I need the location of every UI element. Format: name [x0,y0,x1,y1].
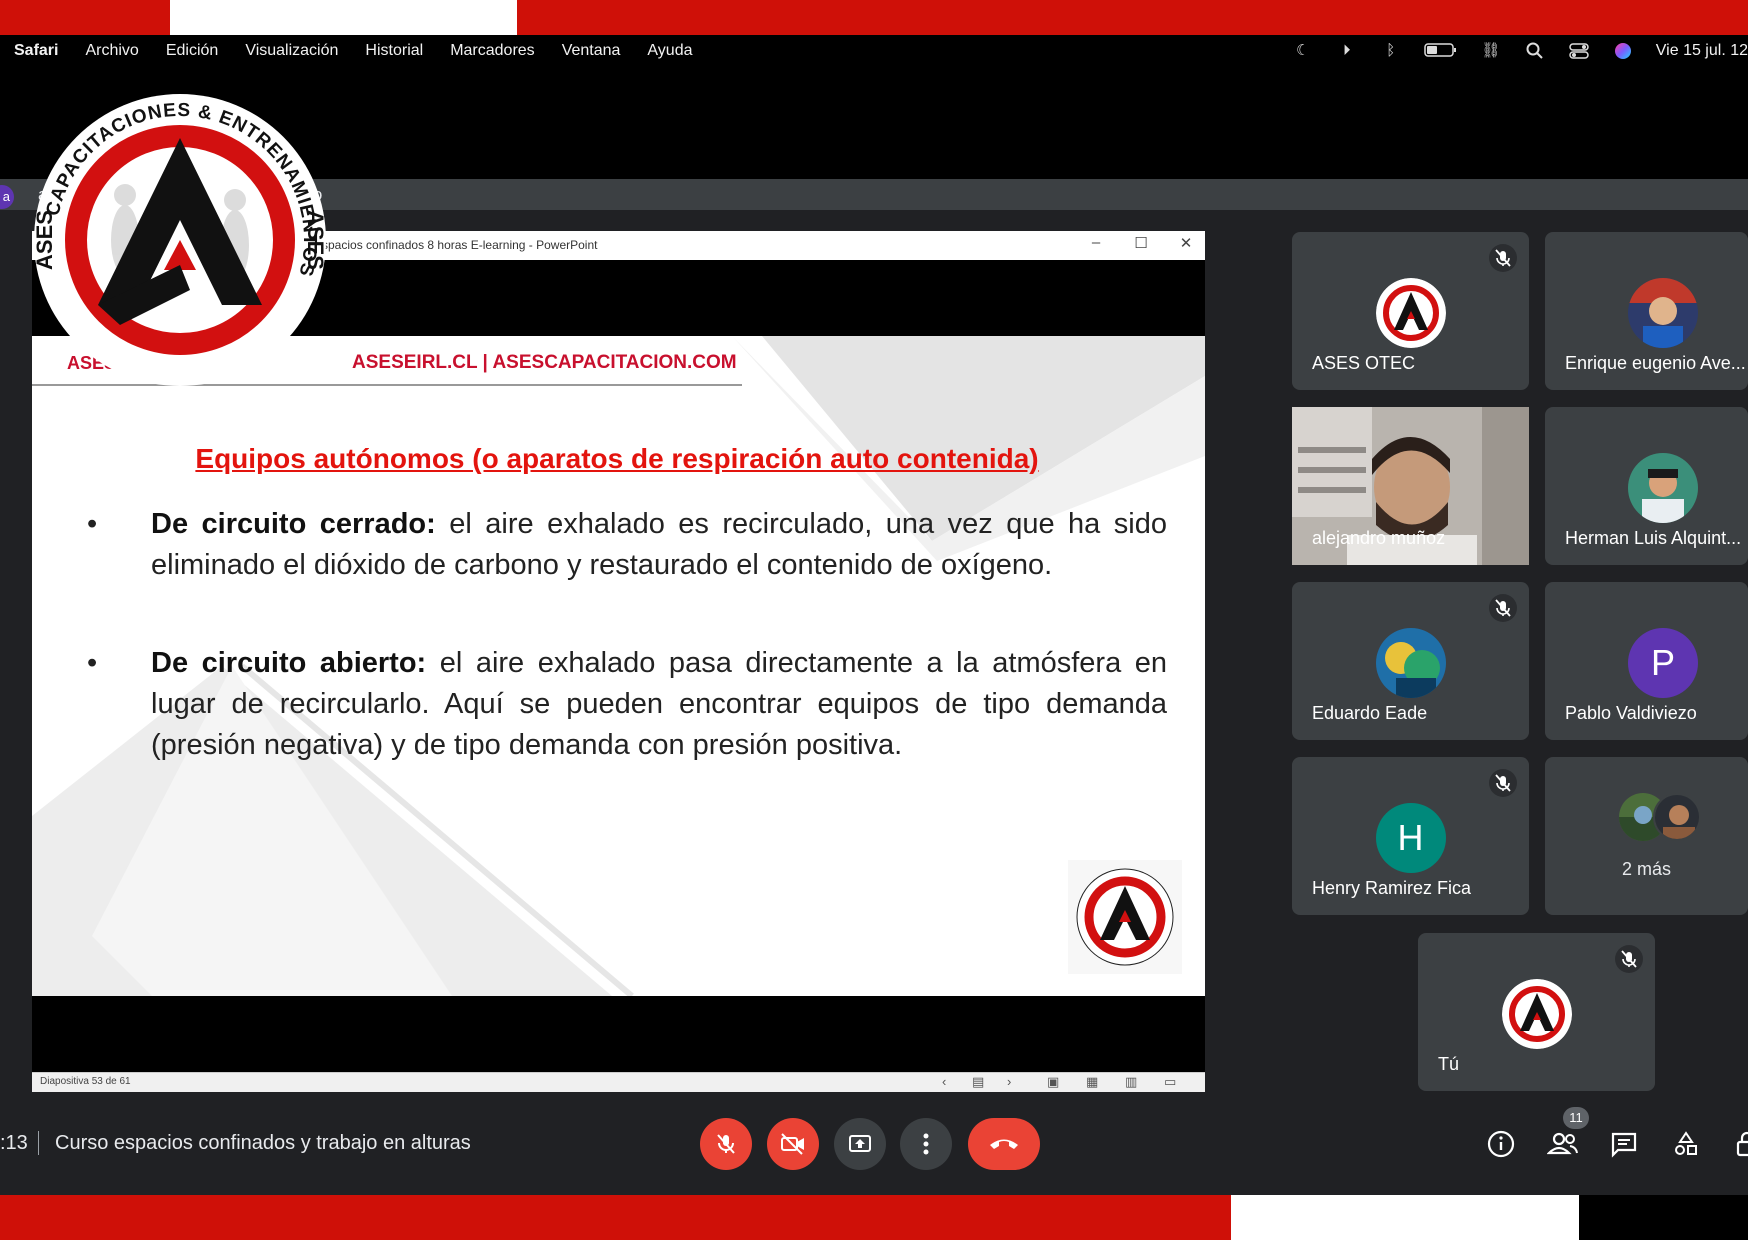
menu-archivo[interactable]: Archivo [85,42,138,60]
search-icon[interactable] [1524,42,1546,60]
next-slide-icon[interactable]: › [1007,1074,1011,1089]
hang-up-icon [990,1139,1018,1149]
info-icon [1487,1130,1515,1158]
slide: ASES ASESEIRL.CL | ASESCAPACITACION.COM … [32,336,1205,996]
activities-button[interactable] [1671,1129,1701,1159]
mic-off-icon [717,1134,735,1154]
avatar [1628,453,1698,523]
avatar [1653,793,1701,841]
participant-name: Henry Ramirez Fica [1312,878,1472,898]
more-options-button[interactable] [900,1118,952,1170]
participant-tile[interactable]: ASES OTEC [1292,232,1529,390]
participant-tile[interactable]: Eduardo Eade [1292,582,1529,740]
avatar: H [1375,803,1446,873]
leave-call-button[interactable] [968,1118,1040,1170]
participant-name: ASES OTEC [1312,353,1416,373]
bullet-open-circuit: • De circuito abierto: el aire exhalado … [87,647,1167,761]
participant-name: Pablo Valdiviezo [1565,703,1697,723]
camera-off-icon [781,1133,804,1155]
slide-sorter-icon[interactable]: ▦ [1086,1074,1098,1090]
menu-visualizacion[interactable]: Visualización [245,42,338,60]
brand-stripe-top [0,0,1748,35]
notes-icon[interactable]: ▤ [972,1074,984,1090]
camera-toggle-button[interactable] [767,1118,819,1170]
meeting-time: :13 [0,1132,28,1154]
activities-icon [1675,1131,1697,1155]
bluetooth-icon[interactable]: ᛒ [1380,42,1402,60]
participant-tile-video[interactable]: alejandro muñoz [1292,407,1529,565]
participant-tile-self[interactable]: Tú [1418,933,1655,1091]
participant-tile-more[interactable]: 2 más [1545,757,1748,915]
siri-icon[interactable] [1612,42,1634,60]
people-button[interactable] [1546,1129,1578,1159]
mic-off-icon [1489,244,1517,272]
present-screen-icon [849,1135,871,1152]
avatar [1628,278,1698,348]
participant-name: Eduardo Eade [1312,703,1428,723]
host-controls-button[interactable] [1732,1129,1748,1159]
participant-name: Enrique eugenio Ave... [1565,353,1746,373]
link-icon[interactable]: ⛓ [1480,42,1502,60]
menu-ayuda[interactable]: Ayuda [647,42,692,60]
menubar-clock[interactable]: Vie 15 jul. 12 [1656,42,1748,60]
maximize-icon[interactable]: ☐ [1131,234,1151,252]
slide-heading: Equipos autónomos (o aparatos de respira… [195,443,1039,474]
meeting-details-button[interactable] [1486,1129,1516,1159]
logo-side-text-left: ASES [32,210,57,270]
mac-menubar: Safari Archivo Edición Visualización His… [0,35,1748,67]
meet-control-bar: :13 Curso espacios confinados y trabajo … [0,1107,1748,1175]
minimize-icon[interactable]: – [1086,234,1106,251]
lock-icon [1736,1131,1748,1157]
reading-view-icon[interactable]: ▥ [1125,1074,1137,1090]
close-icon[interactable]: ✕ [1176,234,1196,252]
menu-ventana[interactable]: Ventana [562,42,621,60]
slide-header-links: ASESEIRL.CL | ASESCAPACITACION.COM [352,352,737,373]
ppt-statusbar: Diapositiva 53 de 61 ‹ ▤ › ▣ ▦ ▥ ▭ [32,1072,1205,1092]
mic-off-icon [1615,945,1643,973]
prev-slide-icon[interactable]: ‹ [942,1074,946,1089]
participant-name: Herman Luis Alquint... [1565,528,1742,548]
participant-name: alejandro muñoz [1312,528,1446,548]
participant-tile[interactable]: P Pablo Valdiviezo [1545,582,1748,740]
participant-count-badge: 11 [1563,1107,1589,1129]
brand-stripe-bottom [0,1195,1748,1240]
chat-button[interactable] [1609,1129,1639,1159]
avatar [1375,278,1446,348]
menu-marcadores[interactable]: Marcadores [450,42,534,60]
battery-icon[interactable] [1424,42,1458,60]
bullet-closed-circuit: • De circuito cerrado: el aire exhalado … [87,508,1167,581]
slideshow-icon[interactable]: ▭ [1164,1074,1176,1090]
avatar [1501,979,1572,1049]
moon-icon[interactable]: ☾ [1292,42,1314,60]
present-now-button[interactable] [834,1118,886,1170]
participant-tile[interactable]: H Henry Ramirez Fica [1292,757,1529,915]
mic-off-icon [1489,769,1517,797]
normal-view-icon[interactable]: ▣ [1047,1074,1059,1090]
participant-tile[interactable]: Herman Luis Alquint... [1545,407,1748,565]
menu-app-safari[interactable]: Safari [14,42,58,60]
participant-name: Tú [1438,1054,1460,1074]
play-icon[interactable]: ⏵ [1336,42,1358,60]
menu-edicion[interactable]: Edición [166,42,218,60]
logo-side-text-right: ASES [303,210,328,270]
participant-tile[interactable]: Enrique eugenio Ave... [1545,232,1748,390]
avatar [1375,628,1446,698]
more-participants-label: 2 más [1621,859,1672,879]
mic-off-icon [1489,594,1517,622]
slide-ases-logo [1068,860,1182,974]
presenter-avatar: a [0,185,14,209]
more-vertical-icon [923,1133,929,1155]
slide-counter: Diapositiva 53 de 61 [40,1076,131,1087]
control-center-icon[interactable] [1568,42,1590,60]
mic-toggle-button[interactable] [700,1118,752,1170]
ppt-window-title: spacios confinados 8 horas E-learning - … [322,238,598,252]
chat-icon [1611,1132,1637,1158]
menu-historial[interactable]: Historial [365,42,423,60]
people-icon [1546,1132,1578,1155]
ases-logo-overlay: CAPACITACIONES & ENTRENAMIENTOS ASES ASE… [30,90,330,390]
meeting-name: Curso espacios confinados y trabajo en a… [55,1132,471,1154]
avatar: P [1628,628,1698,698]
